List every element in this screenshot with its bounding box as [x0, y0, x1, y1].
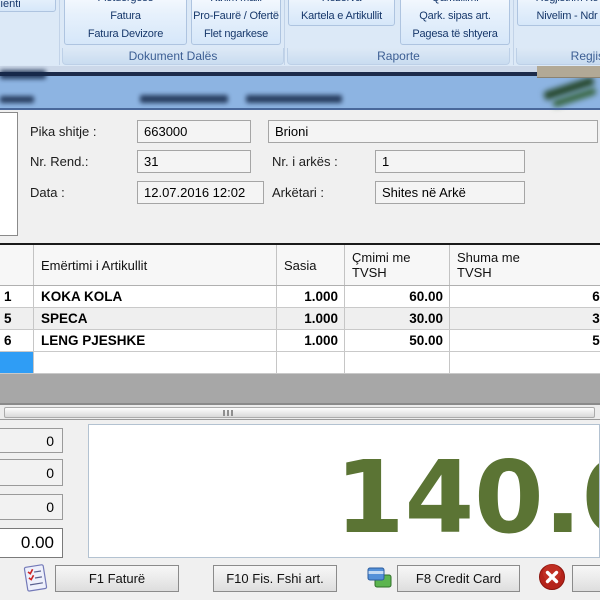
- table-header-row: Emërtimi i Artikullit Sasia Çmimi me TVS…: [0, 245, 600, 286]
- arketari-label: Arkëtari :: [272, 185, 324, 200]
- emertimi-header: Emërtimi i Artikullit: [34, 245, 277, 285]
- pos-window: ga klienti Fletdërgese Fatura Fatura Dev…: [0, 0, 600, 600]
- ribbon-button-regjistrim[interactable]: Regjistrim Ko: [518, 0, 600, 7]
- ribbon-group-separator: [284, 0, 285, 65]
- nr-arkes-field[interactable]: 1: [375, 150, 525, 173]
- data-label: Data :: [30, 185, 65, 200]
- background-window-fragment: [537, 66, 600, 78]
- items-table: Emërtimi i Artikullit Sasia Çmimi me TVS…: [0, 243, 600, 404]
- pika-shitje-label: Pika shitje :: [30, 124, 96, 139]
- banner-bottom-line: [0, 108, 600, 110]
- ribbon-button-nivelim[interactable]: Nivelim - Ndr: [518, 7, 600, 25]
- ribbon-group-separator: [59, 0, 60, 65]
- grand-total-display: 140.00: [88, 424, 600, 558]
- ribbon-button-qark-sipas-art[interactable]: Qark. sipas art.: [401, 7, 509, 25]
- ribbon-button-rezerva[interactable]: Rezerva: [289, 0, 394, 7]
- table-row[interactable]: 6 LENG PJESHKE 1.000 50.00 50.00: [0, 330, 600, 352]
- pika-shitje-name-field[interactable]: Brioni: [268, 120, 598, 143]
- arketari-field[interactable]: Shites në Arkë: [375, 181, 525, 204]
- ribbon-button-flet-ngarkese[interactable]: Flet ngarkese: [192, 25, 280, 43]
- blurred-text: [0, 96, 34, 103]
- ribbon-button-pro-faure[interactable]: Pro-Faurë / Ofertë: [192, 7, 280, 25]
- nr-rend-label: Nr. Rend.:: [30, 154, 89, 169]
- ribbon-stack-fatura: Fletdërgese Fatura Fatura Devizore: [64, 0, 187, 45]
- shuma-cell: 50.00: [450, 330, 600, 351]
- cmimi-cell: 30.00: [345, 308, 450, 329]
- blurred-text: [140, 95, 228, 103]
- side-panel-fragment: [0, 112, 18, 236]
- ribbon-button-fatura[interactable]: Fatura: [65, 7, 186, 25]
- subtotal-field-3[interactable]: 0: [0, 494, 63, 520]
- ribbon-group-dokument-dales[interactable]: Dokument Dalës: [62, 48, 284, 65]
- item-name-cell: LENG PJESHKE: [34, 330, 277, 351]
- grand-total-value: 140.00: [335, 448, 600, 548]
- table-row-empty[interactable]: [0, 352, 600, 374]
- ribbon-group-separator: [513, 0, 514, 65]
- pika-shitje-field[interactable]: 663000: [137, 120, 251, 143]
- row-number-cell: 5: [0, 308, 34, 329]
- sasia-cell: [277, 352, 345, 373]
- ribbon-button-partial[interactable]: ga klienti: [0, 0, 56, 12]
- blurred-text: [0, 70, 46, 79]
- ribbon-stack-qarkullimi: Qarkullimi Qark. sipas art. Pagesa të sh…: [400, 0, 510, 45]
- credit-card-icon[interactable]: [366, 566, 393, 596]
- amount-field[interactable]: 0.00: [0, 528, 63, 558]
- f10-fshi-art-button[interactable]: F10 Fis. Fshi art.: [213, 565, 337, 592]
- table-row[interactable]: 5 SPECA 1.000 30.00 30.00: [0, 308, 600, 330]
- item-name-cell: SPECA: [34, 308, 277, 329]
- nr-rend-field[interactable]: 31: [137, 150, 251, 173]
- row-number-cell: 6: [0, 330, 34, 351]
- sasia-cell: 1.000: [277, 286, 345, 307]
- data-field[interactable]: 12.07.2016 12:02: [137, 181, 264, 204]
- cmimi-cell: [345, 352, 450, 373]
- ribbon-stack-kthim: Kthim malli Pro-Faurë / Ofertë Flet ngar…: [191, 0, 281, 45]
- ribbon-button-label: ga klienti: [0, 0, 21, 10]
- sasia-cell: 1.000: [277, 308, 345, 329]
- ribbon-group-raporte[interactable]: Raporte: [287, 48, 510, 65]
- ribbon-button-qarkullimi[interactable]: Qarkullimi: [401, 0, 509, 7]
- ribbon-toolbar: ga klienti Fletdërgese Fatura Fatura Dev…: [0, 0, 600, 66]
- shuma-cell: 30.00: [450, 308, 600, 329]
- item-name-cell: [34, 352, 277, 373]
- partial-footer-button[interactable]: [572, 565, 600, 592]
- row-number-header: [0, 245, 34, 285]
- close-icon[interactable]: [538, 563, 566, 596]
- table-row[interactable]: 1 KOKA KOLA 1.000 60.00 60.00: [0, 286, 600, 308]
- ribbon-stack-regjistrim: Regjistrim Ko Nivelim - Ndr: [517, 0, 600, 26]
- splitter-grip-icon: [223, 410, 225, 416]
- store-banner: [0, 76, 600, 108]
- row-number-cell: [0, 352, 34, 373]
- subtotal-field-1[interactable]: 0: [0, 428, 63, 453]
- ribbon-stack-rezerva: Rezerva Kartela e Artikullit: [288, 0, 395, 26]
- shuma-cell: [450, 352, 600, 373]
- f1-fature-button[interactable]: F1 Faturë: [55, 565, 179, 592]
- cmimi-cell: 50.00: [345, 330, 450, 351]
- blurred-text: [246, 95, 342, 103]
- ribbon-group-regjistr[interactable]: Regjistr: [516, 48, 600, 65]
- cmimi-cell: 60.00: [345, 286, 450, 307]
- shuma-header: Shuma me TVSH: [450, 245, 600, 285]
- sasia-header: Sasia: [277, 245, 345, 285]
- item-name-cell: KOKA KOLA: [34, 286, 277, 307]
- splitter-bar[interactable]: [4, 407, 595, 418]
- splitter-grip-icon: [227, 410, 229, 416]
- ribbon-button-fatura-devizore[interactable]: Fatura Devizore: [65, 25, 186, 43]
- shuma-cell: 60.00: [450, 286, 600, 307]
- splitter-grip-icon: [231, 410, 233, 416]
- subtotal-field-2[interactable]: 0: [0, 459, 63, 486]
- sasia-cell: 1.000: [277, 330, 345, 351]
- ribbon-button-kartela-artikullit[interactable]: Kartela e Artikullit: [289, 7, 394, 25]
- ribbon-button-kthim-malli[interactable]: Kthim malli: [192, 0, 280, 7]
- ribbon-button-pagesa-te-shtyera[interactable]: Pagesa të shtyera: [401, 25, 509, 43]
- ribbon-button-fletdergese[interactable]: Fletdërgese: [65, 0, 186, 7]
- row-number-cell: 1: [0, 286, 34, 307]
- fiscal-receipt-icon[interactable]: [20, 563, 51, 599]
- nr-arkes-label: Nr. i arkës :: [272, 154, 338, 169]
- horizontal-splitter[interactable]: [0, 403, 600, 420]
- cmimi-header: Çmimi me TVSH: [345, 245, 450, 285]
- f8-credit-card-button[interactable]: F8 Credit Card: [397, 565, 520, 592]
